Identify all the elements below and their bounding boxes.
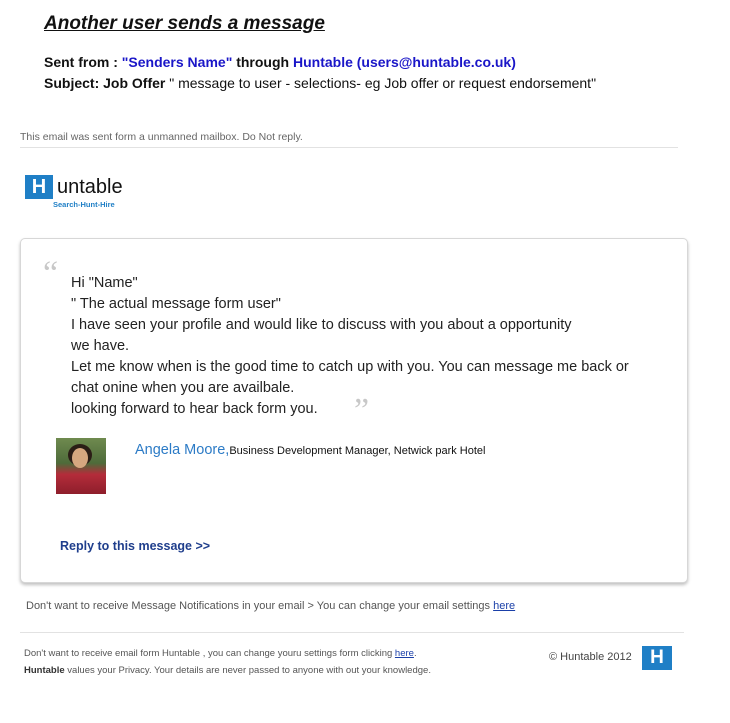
subject-line: Subject: Job Offer " message to user - s… xyxy=(44,75,596,91)
subject-description: " message to user - selections- eg Job o… xyxy=(165,75,597,91)
divider xyxy=(20,632,684,633)
message-line: Hi "Name" xyxy=(71,275,138,291)
message-line: I have seen your profile and would like … xyxy=(71,317,572,333)
copyright: © Huntable 2012 xyxy=(549,651,632,663)
logo-h-icon: H xyxy=(25,175,53,199)
huntable-logo: H untable Search-Hunt-Hire xyxy=(25,172,140,212)
unmanned-mailbox-notice: This email was sent form a unmanned mail… xyxy=(20,131,303,143)
message-card: “ Hi "Name" " The actual message form us… xyxy=(20,238,688,583)
brand-email: Huntable (users@huntable.co.uk) xyxy=(292,54,516,70)
sender-role: Business Development Manager, Netwick pa… xyxy=(229,445,486,457)
sender-avatar[interactable] xyxy=(56,438,106,494)
footer-unsubscribe-line: Don't want to receive email form Huntabl… xyxy=(24,648,417,659)
message-line: " The actual message form user" xyxy=(71,296,281,312)
notification-settings-link[interactable]: here xyxy=(493,600,515,612)
notification-text: Don't want to receive Message Notificati… xyxy=(26,600,494,612)
reply-link[interactable]: Reply to this message >> xyxy=(60,539,210,553)
sender-name-placeholder: "Senders Name" xyxy=(121,54,233,70)
logo-tagline: Search-Hunt-Hire xyxy=(53,200,115,209)
footer-privacy-text: values your Privacy. Your details are ne… xyxy=(64,665,431,676)
subject-label: Subject: Job Offer xyxy=(44,75,166,91)
sender-info: Angela Moore,Business Development Manage… xyxy=(135,441,486,459)
through-label: through xyxy=(232,54,293,70)
close-quote-icon: ” xyxy=(354,392,370,429)
footer-settings-link[interactable]: here xyxy=(395,648,414,659)
footer-brand: Huntable xyxy=(24,665,65,676)
page-heading: Another user sends a message xyxy=(44,13,325,34)
message-line: Let me know when is the good time to cat… xyxy=(71,359,629,375)
sent-from-label: Sent from : xyxy=(44,54,122,70)
footer-privacy-line: Huntable values your Privacy. Your detai… xyxy=(24,665,431,676)
open-quote-icon: “ xyxy=(43,255,59,292)
notification-settings-line: Don't want to receive Message Notificati… xyxy=(26,600,515,612)
divider xyxy=(20,147,678,148)
footer-unsubscribe-text: Don't want to receive email form Huntabl… xyxy=(24,648,395,659)
footer-logo-icon: H xyxy=(642,646,672,670)
sent-from-line: Sent from : "Senders Name" through Hunta… xyxy=(44,54,516,70)
logo-wordmark: untable xyxy=(57,176,123,198)
sender-name-link[interactable]: Angela Moore, xyxy=(135,442,229,458)
message-line: we have. xyxy=(71,338,130,354)
